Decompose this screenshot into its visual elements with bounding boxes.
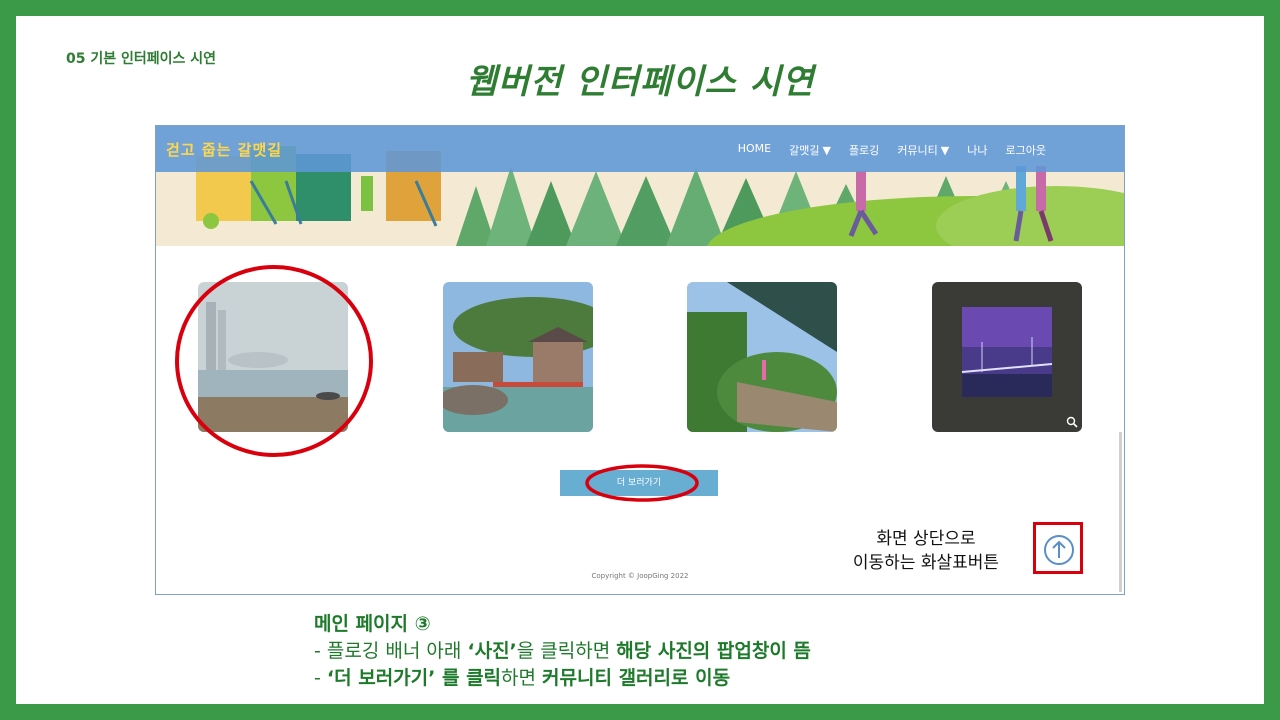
caret-down-icon: ▼ [822, 144, 831, 157]
nav-item-community[interactable]: 커뮤니티 ▼ [897, 142, 949, 158]
site-logo[interactable]: 걷고 줍는 갈맷길 [166, 139, 282, 160]
scrollbar[interactable] [1119, 432, 1122, 592]
view-more-button[interactable]: 더 보러가기 [560, 470, 718, 496]
nav-item-logout[interactable]: 로그아웃 [1006, 142, 1046, 158]
photo-gallery [156, 282, 1124, 432]
presentation-slide: 05 기본 인터페이스 시연 웹버전 인터페이스 시연 걷고 줍는 갈맷길 HO… [0, 0, 1280, 720]
slide-canvas: 05 기본 인터페이스 시연 웹버전 인터페이스 시연 걷고 줍는 갈맷길 HO… [16, 16, 1264, 704]
nav-item-galmaetgil[interactable]: 갈맷길 ▼ [789, 142, 831, 158]
top-navbar: 걷고 줍는 갈맷길 HOME 갈맷길 ▼ 플로깅 커뮤니티 ▼ 나나 로그아웃 [156, 126, 1124, 172]
nav-menu: HOME 갈맷길 ▼ 플로깅 커뮤니티 ▼ 나나 로그아웃 [738, 142, 1046, 158]
gallery-photo-walkway[interactable] [687, 282, 837, 432]
gallery-photo-beach[interactable] [198, 282, 348, 432]
slide-title: 웹버전 인터페이스 시연 [465, 62, 815, 102]
slide-description: 메인 페이지 ③ - 플로깅 배너 아래 ‘사진’을 클릭하면 해당 사진의 팝… [314, 609, 811, 692]
beach-photo [198, 282, 348, 432]
nav-item-home[interactable]: HOME [738, 142, 771, 158]
scroll-button-highlight-box [1033, 522, 1083, 574]
night-bridge-photo [932, 282, 1082, 432]
walkway-photo [687, 282, 837, 432]
nav-item-plogging[interactable]: 플로깅 [849, 142, 879, 158]
temple-photo [443, 282, 593, 432]
plogging-banner[interactable]: 걷고 줍는 갈맷길 HOME 갈맷길 ▼ 플로깅 커뮤니티 ▼ 나나 로그아웃 [156, 126, 1124, 246]
caret-down-icon: ▼ [940, 144, 950, 157]
description-heading: 메인 페이지 ③ [314, 613, 431, 635]
nav-item-user[interactable]: 나나 [967, 142, 987, 158]
description-line-2: - ‘더 보러가기’ 를 클릭하면 커뮤니티 갤러리로 이동 [314, 667, 731, 689]
website-screenshot: 걷고 줍는 갈맷길 HOME 갈맷길▼ 플로깅 커뮤니티▼ 나나 로그아웃 [155, 125, 1125, 595]
gallery-photo-temple[interactable] [443, 282, 593, 432]
zoom-icon[interactable] [1066, 416, 1078, 428]
description-line-1: - 플로깅 배너 아래 ‘사진’을 클릭하면 해당 사진의 팝업창이 뜸 [314, 640, 811, 662]
scroll-button-callout: 화면 상단으로 이동하는 화살표버튼 [852, 529, 1000, 573]
gallery-photo-night-bridge[interactable] [932, 282, 1082, 432]
